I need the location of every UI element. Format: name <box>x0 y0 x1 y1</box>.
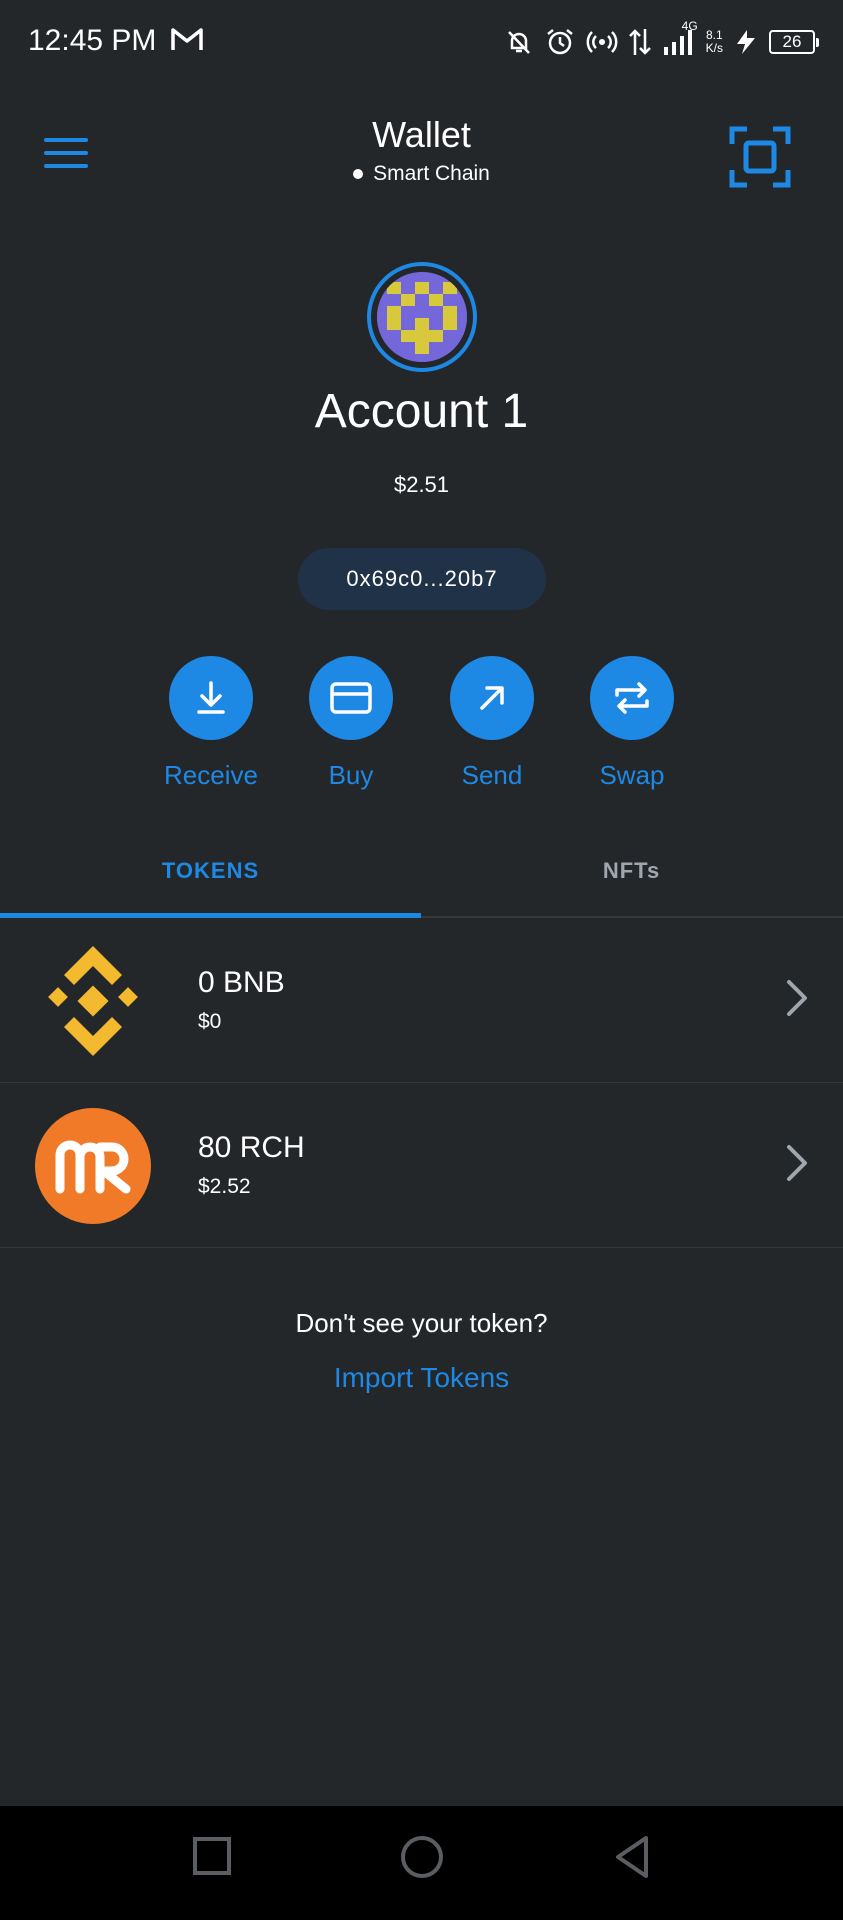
account-name: Account 1 <box>314 385 529 438</box>
download-icon <box>169 656 253 740</box>
token-amount: 0 BNB <box>198 966 285 999</box>
token-row-rch[interactable]: 80 RCH $2.52 <box>0 1083 843 1248</box>
swap-button[interactable]: Swap <box>562 656 702 791</box>
account-address-button[interactable]: 0x69c0...20b7 <box>298 548 546 610</box>
alarm-icon <box>544 26 576 58</box>
qr-scan-icon[interactable] <box>729 126 791 188</box>
rch-logo-icon <box>34 1107 152 1225</box>
buy-label: Buy <box>328 760 374 790</box>
receive-button[interactable]: Receive <box>141 656 281 791</box>
network-status-dot <box>353 169 364 179</box>
credit-card-icon <box>309 656 393 740</box>
swap-label: Swap <box>599 760 665 790</box>
status-icons: 4G 8.1 K/s 26 <box>504 19 819 60</box>
arrow-up-right-icon <box>450 656 534 740</box>
system-navigation-bar <box>0 1806 843 1920</box>
token-fiat-value: $2.52 <box>198 1175 251 1198</box>
receive-label: Receive <box>164 760 258 790</box>
token-fiat-value: $0 <box>198 1010 222 1033</box>
buy-button[interactable]: Buy <box>281 656 421 791</box>
import-tokens-link[interactable]: Import Tokens <box>0 1362 843 1394</box>
gmail-icon <box>170 26 204 57</box>
wallet-screen: 12:45 PM 4G 8.1 K/s 26 Wallet Smart Chai… <box>0 0 843 1920</box>
tab-nfts[interactable]: NFTs <box>421 826 842 916</box>
bnb-logo-icon <box>34 942 152 1060</box>
network-name: Smart Chain <box>373 162 490 185</box>
hotspot-icon <box>586 27 618 57</box>
charging-icon <box>733 28 759 56</box>
notifications-off-icon <box>504 27 534 57</box>
signal-icon: 4G <box>662 19 698 57</box>
token-amount: 80 RCH <box>198 1131 305 1164</box>
app-header: Wallet Smart Chain <box>0 100 843 210</box>
asset-tabs: TOKENS NFTs <box>0 826 843 918</box>
chevron-right-icon <box>781 1141 811 1190</box>
speed-unit: K/s <box>705 41 723 55</box>
page-title: Wallet <box>372 114 471 155</box>
network-selector[interactable]: Smart Chain <box>353 162 490 186</box>
chevron-right-icon <box>781 976 811 1025</box>
network-speed: 8.1 K/s <box>706 29 723 55</box>
status-time: 12:45 PM <box>28 24 157 57</box>
token-row-bnb[interactable]: 0 BNB $0 <box>0 918 843 1083</box>
tab-tokens[interactable]: TOKENS <box>0 826 421 916</box>
swap-arrows-icon <box>590 656 674 740</box>
home-circle-icon[interactable] <box>399 1834 445 1885</box>
missing-token-prompt: Don't see your token? <box>295 1308 548 1338</box>
status-bar: 12:45 PM 4G 8.1 K/s 26 <box>0 0 843 84</box>
recents-square-icon[interactable] <box>192 1836 232 1881</box>
battery-icon: 26 <box>769 30 819 54</box>
title-block: Wallet Smart Chain <box>0 114 843 186</box>
account-balance: $2.51 <box>393 472 450 497</box>
data-arrows-icon <box>628 27 652 57</box>
account-avatar[interactable] <box>367 262 477 372</box>
avatar <box>377 272 467 362</box>
back-triangle-icon[interactable] <box>612 1834 652 1885</box>
action-buttons: Receive Buy Send Swap <box>0 656 843 796</box>
network-type: 4G <box>681 19 698 33</box>
send-button[interactable]: Send <box>422 656 562 791</box>
send-label: Send <box>461 760 523 790</box>
